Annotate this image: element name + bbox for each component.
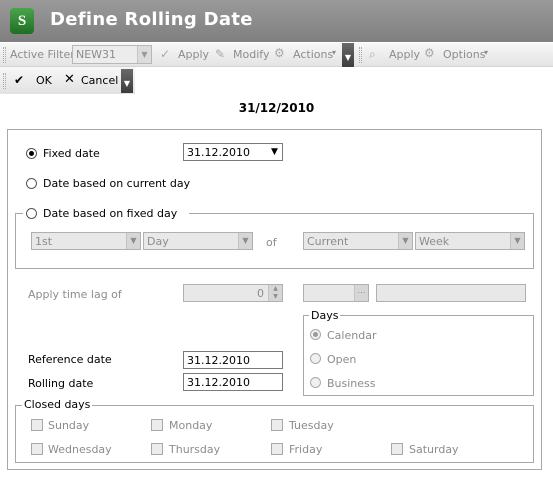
current-date-heading: 31/12/2010 — [238, 101, 315, 115]
options-dropdown-icon: ▾ — [484, 48, 489, 57]
day-unit-select[interactable]: Day ▼ — [143, 232, 253, 250]
open-label: Open — [327, 353, 357, 366]
business-radio[interactable] — [310, 377, 321, 388]
monday-label: Monday — [169, 419, 213, 432]
wednesday-checkbox[interactable] — [31, 443, 43, 455]
fixed-date-value: 31.12.2010 — [187, 146, 250, 159]
chevron-down-icon: ▼ — [510, 233, 524, 249]
rolling-date-label: Rolling date — [28, 377, 94, 390]
window-title: Define Rolling Date — [50, 9, 253, 30]
calendar-radio[interactable] — [310, 329, 321, 340]
saturday-label: Saturday — [409, 443, 459, 456]
toolbar-grip[interactable] — [359, 47, 362, 63]
ordinal-value: 1st — [35, 235, 53, 248]
period-unit-select[interactable]: Week ▼ — [415, 232, 525, 250]
reference-date-value: 31.12.2010 — [187, 354, 250, 367]
sunday-label: Sunday — [48, 419, 90, 432]
tuesday-checkbox[interactable] — [271, 419, 283, 431]
fixed-date-radio[interactable] — [26, 148, 37, 159]
fixed-day-radio[interactable] — [26, 208, 37, 219]
apply-filter-icon: ✓ — [160, 47, 171, 61]
options-menu-button[interactable]: Options — [443, 48, 485, 61]
toolbar-overflow-chevron[interactable]: ▼ — [342, 43, 354, 67]
business-label: Business — [327, 377, 376, 390]
binoculars-icon: ⌕ — [369, 47, 376, 61]
days-group-title: Days — [309, 309, 341, 322]
reference-date-label: Reference date — [28, 353, 112, 366]
active-filter-select[interactable]: NEW31 ▼ — [72, 45, 152, 64]
day-unit-value: Day — [147, 235, 169, 248]
open-radio[interactable] — [310, 353, 321, 364]
active-filter-value: NEW31 — [76, 48, 117, 61]
time-lag-stepper[interactable]: 0 ▲ ▼ — [183, 284, 283, 302]
time-lag-label: Apply time lag of — [28, 288, 122, 301]
dialog-toolbar: ✔ OK ✕ Cancel ▼ — [0, 67, 135, 94]
rolling-date-field[interactable]: 31.12.2010 — [183, 373, 283, 391]
title-bar: S Define Rolling Date — [0, 0, 553, 42]
thursday-label: Thursday — [169, 443, 221, 456]
spin-arrows-icon: ▲ ▼ — [268, 285, 282, 301]
of-label: of — [266, 236, 277, 249]
fixed-date-picker[interactable]: 31.12.2010 ▼ — [183, 143, 283, 161]
active-filter-label: Active Filter — [10, 48, 75, 61]
gear-icon: ⚙ — [274, 46, 285, 60]
cancel-button[interactable]: Cancel — [81, 74, 118, 87]
fixed-date-label: Fixed date — [43, 147, 100, 160]
reference-date-field[interactable]: 31.12.2010 — [183, 351, 283, 369]
wednesday-label: Wednesday — [48, 443, 112, 456]
close-icon: ✕ — [64, 72, 75, 87]
gear-icon: ⚙ — [424, 46, 435, 60]
modify-filter-icon: ✎ — [215, 47, 226, 61]
chevron-down-icon: ▼ — [271, 147, 278, 157]
current-day-label: Date based on current day — [43, 177, 191, 190]
ordinal-select[interactable]: 1st ▼ — [31, 232, 141, 250]
current-day-radio[interactable] — [26, 178, 37, 189]
filter-toolbar: Active Filter NEW31 ▼ ✓ Apply ✎ Modify ⚙… — [0, 43, 553, 67]
calendar-label: Calendar — [327, 329, 377, 342]
toolbar-grip[interactable] — [3, 73, 6, 89]
chevron-down-icon: ▼ — [398, 233, 412, 249]
closed-days-group-title: Closed days — [22, 398, 93, 411]
sunday-checkbox[interactable] — [31, 419, 43, 431]
rolling-date-value: 31.12.2010 — [187, 376, 250, 389]
toolbar-overflow-chevron[interactable]: ▼ — [121, 69, 133, 93]
time-lag-unit-select[interactable]: … — [303, 284, 369, 302]
saturday-checkbox[interactable] — [391, 443, 403, 455]
ellipsis-icon: … — [354, 285, 368, 301]
period-value: Current — [307, 235, 349, 248]
chevron-down-icon: ▼ — [137, 46, 151, 63]
modify-filter-button[interactable]: Modify — [233, 48, 269, 61]
chevron-down-icon: ▼ — [126, 233, 140, 249]
tuesday-label: Tuesday — [289, 419, 334, 432]
period-select[interactable]: Current ▼ — [303, 232, 413, 250]
monday-checkbox[interactable] — [151, 419, 163, 431]
friday-checkbox[interactable] — [271, 443, 283, 455]
chevron-down-icon: ▼ — [238, 233, 252, 249]
thursday-checkbox[interactable] — [151, 443, 163, 455]
toolbar-grip[interactable] — [3, 47, 6, 63]
apply-button[interactable]: Apply — [389, 48, 420, 61]
ok-button[interactable]: OK — [36, 74, 52, 87]
time-lag-text-field[interactable] — [376, 284, 526, 302]
time-lag-value: 0 — [257, 287, 264, 300]
friday-label: Friday — [289, 443, 323, 456]
apply-filter-button[interactable]: Apply — [178, 48, 209, 61]
check-icon: ✔ — [14, 73, 25, 87]
app-logo-icon: S — [10, 8, 34, 34]
fixed-day-label: Date based on fixed day — [43, 207, 178, 220]
period-unit-value: Week — [419, 235, 450, 248]
actions-menu-button[interactable]: Actions — [293, 48, 333, 61]
actions-dropdown-icon: ▾ — [332, 48, 337, 57]
